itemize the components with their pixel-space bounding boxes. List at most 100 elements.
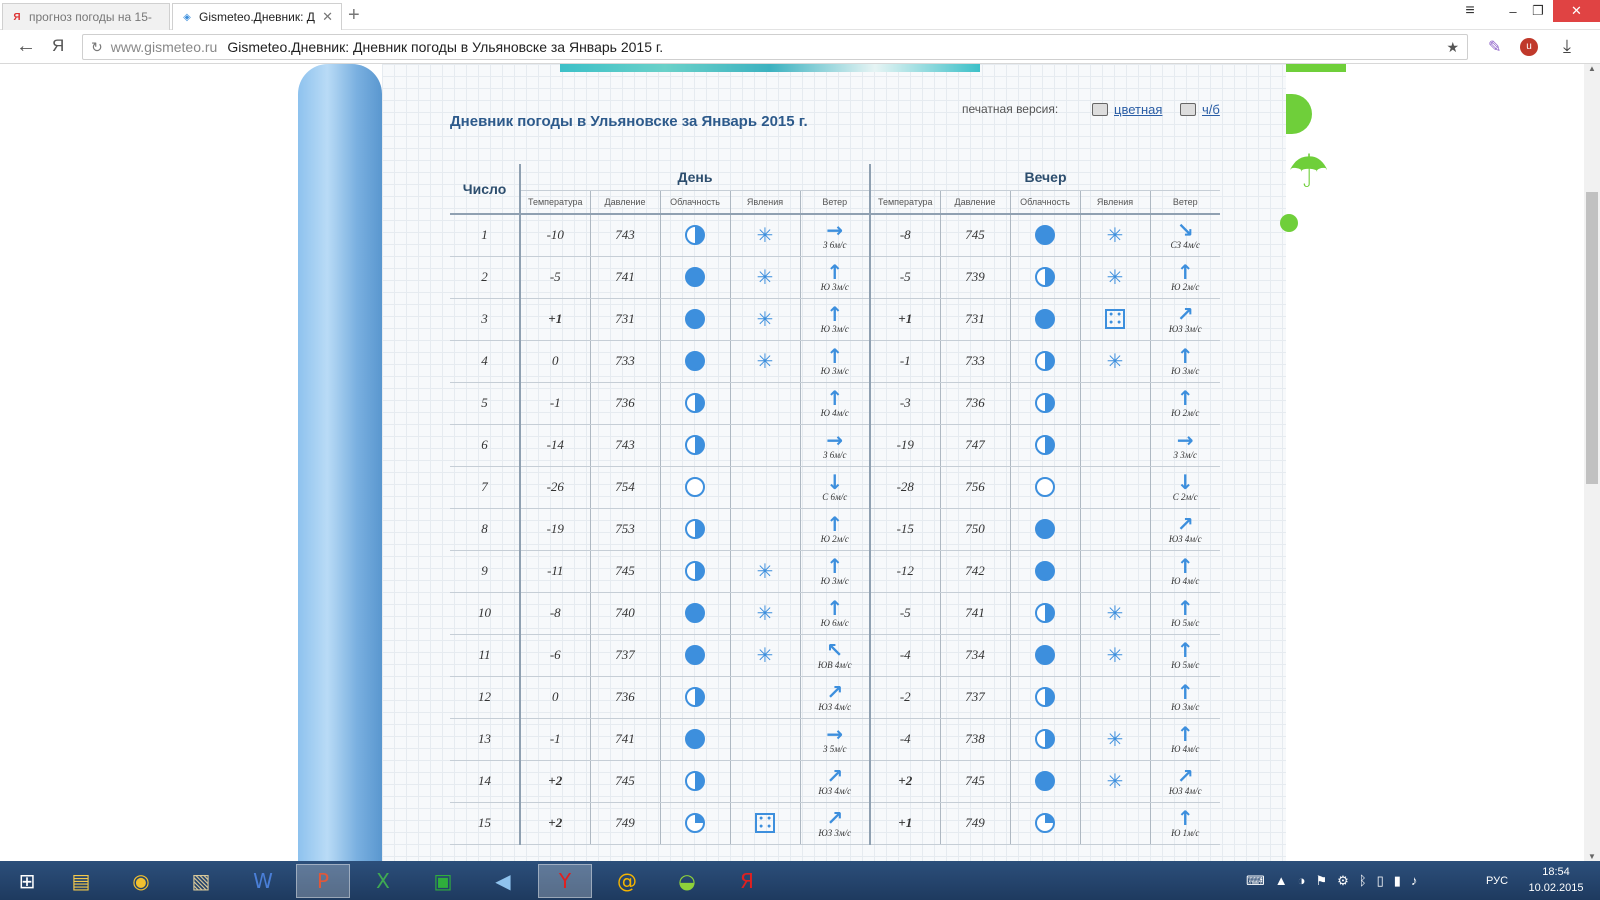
wind-value: ЮЗ 4м/с bbox=[1168, 786, 1202, 796]
pressure-cell: 741 bbox=[589, 256, 660, 299]
wind-cell: → З 6м/с bbox=[799, 424, 870, 467]
tab-gismeteo-diary[interactable]: ◈ Gismeteo.Дневник: Д ✕ bbox=[172, 3, 342, 30]
notepad-icon[interactable]: ▧ bbox=[174, 864, 228, 898]
table-row: 5 -1 736 ↑ Ю 4м/с -3 736 ↑ Ю 2м/с bbox=[450, 382, 1220, 425]
print-color-link[interactable]: цветная bbox=[1092, 102, 1162, 117]
yandex-icon[interactable]: Я bbox=[720, 864, 774, 898]
close-window-icon[interactable]: ✕ bbox=[1553, 0, 1600, 22]
powerpoint-icon[interactable]: P bbox=[296, 864, 350, 898]
phenomena-cell bbox=[729, 466, 800, 509]
settings-icon[interactable]: ⚙ bbox=[1337, 873, 1349, 889]
pressure-cell: 750 bbox=[939, 508, 1010, 551]
system-clock[interactable]: 18:54 10.02.2015 bbox=[1516, 864, 1596, 896]
wind-arrow-icon: → bbox=[1176, 428, 1194, 452]
yandex-home-icon[interactable]: Я bbox=[52, 36, 64, 56]
phenomena-cell: ✳ bbox=[729, 340, 800, 383]
keyboard-icon[interactable]: ⌨ bbox=[1246, 873, 1265, 889]
wind-group: ↑ Ю 2м/с bbox=[801, 514, 870, 544]
wind-group: ↗ ЮЗ 4м/с bbox=[801, 682, 870, 712]
tab-weather-forecast[interactable]: Я прогноз погоды на 15- bbox=[2, 3, 170, 30]
snow-icon: ✳ bbox=[1106, 601, 1124, 625]
language-indicator[interactable]: РУС bbox=[1486, 861, 1508, 900]
file-explorer-icon[interactable]: ▤ bbox=[54, 864, 108, 898]
phenomena-cell: ✳ bbox=[729, 256, 800, 299]
cloudiness-cell bbox=[659, 592, 730, 635]
pressure-cell: 736 bbox=[589, 676, 660, 719]
umbrella-icon: ☂ bbox=[1288, 145, 1330, 197]
wind-cell: ↗ ЮЗ 4м/с bbox=[1149, 760, 1220, 803]
wind-group: ↗ ЮЗ 4м/с bbox=[1151, 514, 1221, 544]
download-icon[interactable]: ⤓ bbox=[1563, 36, 1571, 57]
wind-arrow-icon: ↑ bbox=[1176, 596, 1194, 620]
vertical-scrollbar[interactable]: ▲ ▼ bbox=[1584, 64, 1600, 861]
feather-extension-icon[interactable]: ✎ bbox=[1488, 37, 1501, 57]
signal-icon[interactable]: ▮ bbox=[1394, 873, 1401, 889]
pressure-cell: 734 bbox=[939, 634, 1010, 677]
word-icon[interactable]: W bbox=[236, 864, 290, 898]
tab-label: прогноз погоды на 15- bbox=[29, 10, 152, 24]
wind-value: Ю 3м/с bbox=[820, 324, 849, 334]
pressure-cell: 756 bbox=[939, 466, 1010, 509]
wind-cell: ↑ Ю 1м/с bbox=[1149, 802, 1220, 845]
browser-menu-icon[interactable]: ≡ bbox=[1455, 0, 1485, 22]
chrome-icon[interactable]: ◉ bbox=[114, 864, 168, 898]
app-icon[interactable]: ◒ bbox=[660, 864, 714, 898]
yandex-browser-icon[interactable]: Y bbox=[538, 864, 592, 898]
scrollbar-thumb[interactable] bbox=[1586, 192, 1598, 484]
cloudiness-cell bbox=[1009, 382, 1080, 425]
reload-icon[interactable]: ↻ bbox=[91, 39, 103, 56]
temperature-cell: -6 bbox=[519, 634, 590, 677]
temperature-cell: -4 bbox=[869, 718, 940, 761]
paint-splash-decoration bbox=[560, 64, 980, 72]
table-row: 9 -11 745 ✳ ↑ Ю 3м/с -12 742 ↑ Ю 4м/с bbox=[450, 550, 1220, 593]
wind-group: ↗ ЮЗ 4м/с bbox=[801, 766, 870, 796]
battery-icon[interactable]: ▯ bbox=[1377, 873, 1384, 889]
page-title: Дневник погоды в Ульяновске за Январь 20… bbox=[450, 113, 808, 130]
bluetooth-icon[interactable]: ᛒ bbox=[1359, 873, 1367, 888]
wind-cell: ↑ Ю 5м/с bbox=[1149, 634, 1220, 677]
new-tab-icon[interactable]: + bbox=[348, 4, 360, 27]
volume-icon[interactable]: ♪ bbox=[1411, 873, 1418, 888]
excel-icon[interactable]: X bbox=[356, 864, 410, 898]
windows-start-icon[interactable]: ⊞ bbox=[0, 864, 54, 898]
show-hidden-icons-icon[interactable]: ▲ bbox=[1275, 873, 1288, 888]
gismeteo-favicon-icon: ◈ bbox=[183, 11, 191, 23]
close-tab-icon[interactable]: ✕ bbox=[322, 9, 333, 25]
overcast-icon bbox=[685, 603, 705, 623]
table-row: 14 +2 745 ↗ ЮЗ 4м/с +2 745 ✳ ↗ ЮЗ 4м/с bbox=[450, 760, 1220, 803]
print-bw-link[interactable]: ч/б bbox=[1180, 102, 1220, 117]
cloudiness-cell bbox=[1009, 550, 1080, 593]
wind-value: Ю 2м/с bbox=[1171, 408, 1200, 418]
wind-cell: ↑ Ю 3м/с bbox=[799, 256, 870, 299]
cloudiness-cell bbox=[659, 634, 730, 677]
speaker-app-icon[interactable]: ◀ bbox=[476, 864, 530, 898]
wind-arrow-icon: ↑ bbox=[1176, 638, 1194, 662]
mail-agent-icon[interactable]: @ bbox=[600, 864, 654, 898]
scroll-up-icon[interactable]: ▲ bbox=[1584, 64, 1600, 73]
flag-icon[interactable]: ⚑ bbox=[1316, 873, 1328, 889]
wind-cell: ↑ Ю 6м/с bbox=[799, 592, 870, 635]
pressure-cell: 737 bbox=[589, 634, 660, 677]
pressure-cell: 749 bbox=[589, 802, 660, 845]
temperature-cell: 0 bbox=[519, 676, 590, 719]
bookmark-star-icon[interactable]: ★ bbox=[1446, 39, 1459, 56]
column-header-pressure: Давление bbox=[589, 189, 660, 215]
cloudiness-cell bbox=[1009, 760, 1080, 803]
snow-icon: ✳ bbox=[1106, 769, 1124, 793]
wind-cell: → З 5м/с bbox=[799, 718, 870, 761]
printer-icon bbox=[1092, 103, 1108, 116]
pressure-cell: 754 bbox=[589, 466, 660, 509]
scroll-down-icon[interactable]: ▼ bbox=[1584, 852, 1600, 861]
wind-arrow-icon: ↖ bbox=[826, 638, 844, 662]
back-icon[interactable]: ← bbox=[16, 35, 36, 58]
network-app-icon[interactable]: ◑ bbox=[1298, 873, 1306, 888]
column-header-day-number: Число bbox=[450, 164, 520, 215]
protect-extension-icon[interactable]: u bbox=[1520, 38, 1538, 56]
overcast-icon bbox=[685, 645, 705, 665]
wind-arrow-icon: ↑ bbox=[826, 554, 844, 578]
url-field[interactable]: ↻ www.gismeteo.ru Gismeteo.Дневник: Днев… bbox=[82, 34, 1468, 60]
restore-icon[interactable]: ❐ bbox=[1523, 0, 1553, 22]
wind-value: ЮЗ 4м/с bbox=[1168, 534, 1202, 544]
store-icon[interactable]: ▣ bbox=[416, 864, 470, 898]
cloudiness-cell bbox=[659, 298, 730, 341]
